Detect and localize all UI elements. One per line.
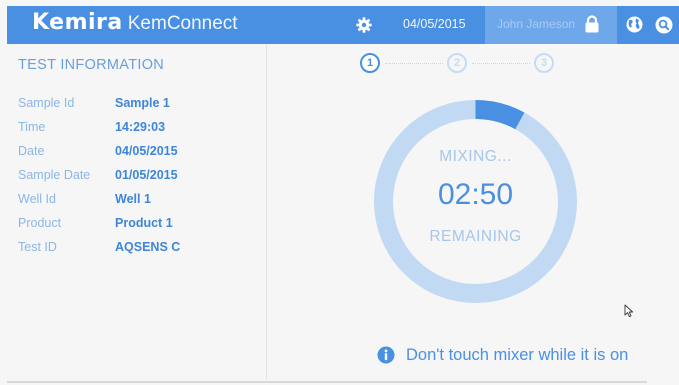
- info-value: Well 1: [115, 192, 151, 206]
- step-connector: [385, 63, 443, 64]
- info-label: Product: [18, 216, 62, 230]
- step-indicator: 1 2 3: [358, 53, 558, 75]
- info-label: Time: [18, 120, 46, 134]
- search-icon[interactable]: [655, 16, 673, 34]
- info-row-date: Date 04/05/2015: [18, 144, 258, 162]
- step-2: 2: [447, 53, 467, 73]
- info-row-well-id: Well Id Well 1: [18, 192, 258, 210]
- search-button[interactable]: [650, 6, 679, 44]
- header-date: 04/05/2015: [403, 17, 466, 31]
- step-1: 1: [360, 53, 380, 73]
- language-button[interactable]: [619, 6, 649, 44]
- step-connector: [472, 63, 530, 64]
- info-row-test-id: Test ID AQSENS C: [18, 240, 258, 258]
- brand-name: Kemira: [32, 10, 123, 35]
- app-name: KemConnect: [127, 13, 238, 34]
- step-3: 3: [534, 53, 554, 73]
- info-row-product: Product Product 1: [18, 216, 258, 234]
- ring-progress: [475, 100, 525, 130]
- mixing-status: MIXING...: [439, 148, 512, 165]
- logo: Kemira KemConnect: [32, 10, 238, 40]
- user-name: John Jameson: [497, 17, 576, 31]
- info-value: 04/05/2015: [115, 144, 178, 158]
- gear-icon[interactable]: [356, 17, 372, 33]
- info-row-time: Time 14:29:03: [18, 120, 258, 138]
- info-label: Well Id: [18, 192, 56, 206]
- info-label: Sample Id: [18, 96, 75, 110]
- remaining-label: REMAINING: [429, 228, 522, 245]
- info-label: Sample Date: [18, 168, 91, 182]
- safety-notice: Don't touch mixer while it is on: [377, 344, 628, 366]
- countdown-timer: 02:50: [437, 178, 514, 211]
- info-value: Sample 1: [115, 96, 170, 110]
- panel-title: TEST INFORMATION: [18, 57, 165, 73]
- top-bar: Kemira KemConnect 04/05/2015 John Jameso…: [7, 6, 679, 44]
- footer-divider: [7, 381, 647, 383]
- info-value: 14:29:03: [115, 120, 166, 134]
- mouse-cursor-icon: [624, 304, 634, 318]
- info-value: AQSENS C: [115, 240, 181, 254]
- test-information-panel: TEST INFORMATION Sample Id Sample 1 Time…: [7, 44, 267, 380]
- user-menu[interactable]: John Jameson: [485, 6, 617, 44]
- info-value: 01/05/2015: [115, 168, 178, 182]
- lock-icon[interactable]: [584, 15, 600, 33]
- globe-icon[interactable]: [626, 16, 643, 33]
- notice-text: Don't touch mixer while it is on: [406, 345, 629, 364]
- info-label: Test ID: [18, 240, 57, 254]
- info-icon: [377, 346, 395, 364]
- info-value: Product 1: [115, 216, 173, 230]
- info-row-sample-date: Sample Date 01/05/2015: [18, 168, 258, 186]
- info-row-sample-id: Sample Id Sample 1: [18, 96, 258, 114]
- info-label: Date: [18, 144, 45, 158]
